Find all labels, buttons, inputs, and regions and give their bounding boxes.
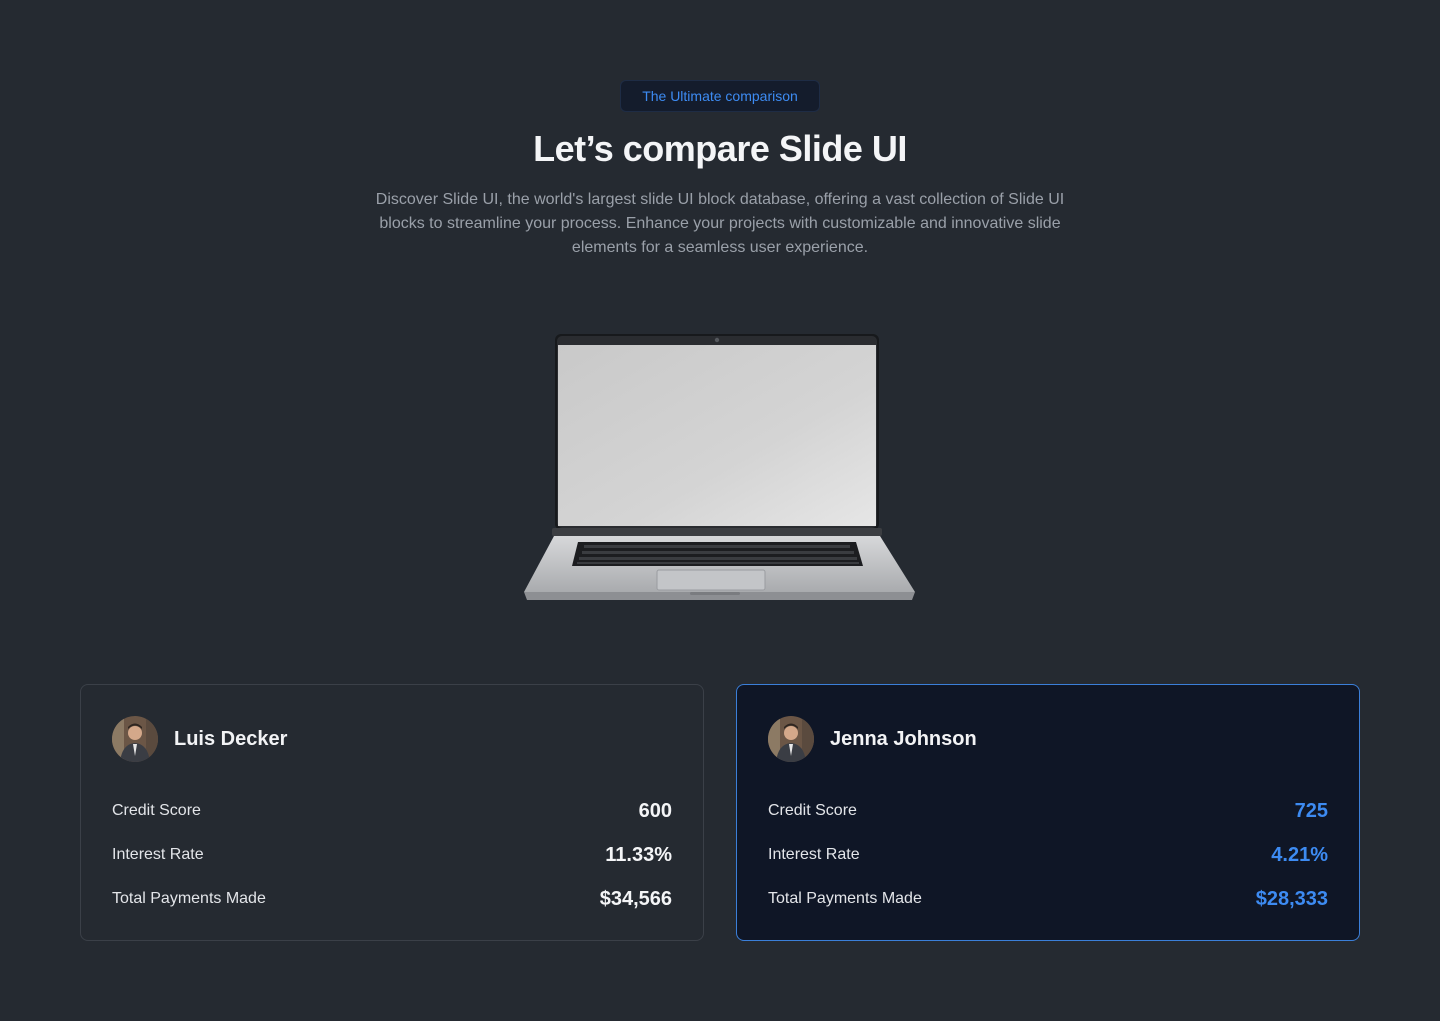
stat-label: Total Payments Made [768,890,922,907]
comparison-card-jenna-johnson: Jenna Johnson Credit Score 725 Interest … [736,684,1360,941]
user-name: Jenna Johnson [830,727,977,750]
stat-label: Interest Rate [112,846,204,863]
stat-label: Credit Score [768,802,857,819]
stat-label: Interest Rate [768,846,860,863]
stat-row-total-payments: Total Payments Made $28,333 [768,877,1328,921]
stats-list: Credit Score 725 Interest Rate 4.21% Tot… [768,789,1328,921]
stat-value: 725 [1294,799,1328,822]
stats-list: Credit Score 600 Interest Rate 11.33% To… [112,789,672,921]
stat-row-credit-score: Credit Score 725 [768,789,1328,833]
user-avatar [112,716,158,762]
card-header: Jenna Johnson [768,716,977,762]
card-header: Luis Decker [112,716,287,762]
page-description: Discover Slide UI, the world's largest s… [375,191,1065,256]
user-avatar [768,716,814,762]
section-badge: The Ultimate comparison [620,80,820,112]
stat-value: 11.33% [605,843,672,866]
stat-row-credit-score: Credit Score 600 [112,789,672,833]
page-title: Let’s compare Slide UI [533,128,907,169]
stat-label: Total Payments Made [112,890,266,907]
stat-value: 600 [638,799,672,822]
stat-row-interest-rate: Interest Rate 11.33% [112,833,672,877]
stat-value: 4.21% [1271,843,1328,866]
laptop-illustration [520,330,920,610]
stat-label: Credit Score [112,802,201,819]
user-name: Luis Decker [174,727,288,750]
stat-row-interest-rate: Interest Rate 4.21% [768,833,1328,877]
comparison-card-luis-decker: Luis Decker Credit Score 600 Interest Ra… [80,684,704,941]
stat-value: $28,333 [1255,887,1328,910]
stat-row-total-payments: Total Payments Made $34,566 [112,877,672,921]
comparison-page: The Ultimate comparison Let’s compare Sl… [0,0,1440,1021]
stat-value: $34,566 [599,887,672,910]
